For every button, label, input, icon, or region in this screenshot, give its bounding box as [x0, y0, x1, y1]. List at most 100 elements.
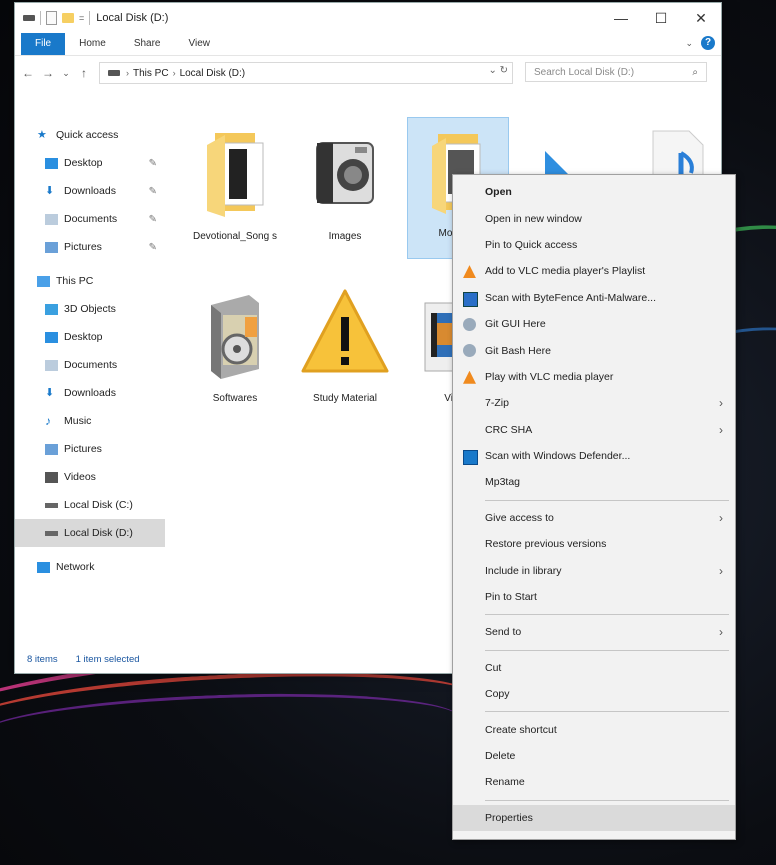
sidebar-item-network[interactable]: Network [15, 553, 165, 581]
submenu-arrow-icon: › [719, 625, 723, 640]
menu-separator [485, 711, 729, 713]
menu-item-crc-sha[interactable]: CRC SHA › [453, 417, 735, 443]
submenu-arrow-icon: › [719, 563, 723, 578]
menu-item-include-in-library[interactable]: Include in library › [453, 557, 735, 583]
menu-item-restore-previous-versions[interactable]: Restore previous versions [453, 531, 735, 557]
back-arrow-icon[interactable]: ← [21, 66, 35, 80]
sidebar-item-this-pc[interactable]: This PC [15, 267, 165, 295]
recent-locations-icon[interactable]: ⌄ [61, 68, 71, 79]
address-bar-row: ← → ⌄ ↑ › This PC › Local Disk (D:) ⌄ ↻ … [15, 56, 721, 90]
ribbon-tabs: File Home Share View ⌄ ? [15, 33, 721, 56]
properties-icon[interactable] [46, 11, 57, 25]
navigation-pane: ★ Quick access Desktop ✎ ⬇ Downloads ✎ Document… [15, 121, 165, 641]
tab-view[interactable]: View [175, 33, 225, 55]
menu-item-git-bash-here[interactable]: Git Bash Here [453, 337, 735, 363]
sidebar-item-music[interactable]: ♪ Music [15, 407, 165, 435]
menu-item-open[interactable]: Open [453, 179, 735, 205]
documents-icon [45, 213, 58, 225]
submenu-arrow-icon: › [719, 510, 723, 525]
software-box-icon [211, 295, 259, 379]
close-button[interactable]: ✕ [681, 3, 721, 33]
menu-item-label: Rename [485, 776, 525, 789]
pin-icon[interactable]: ✎ [149, 242, 157, 253]
menu-item-label: Create shortcut [485, 723, 557, 736]
title-bar[interactable]: = Local Disk (D:) — ☐ ✕ [15, 3, 721, 33]
search-input[interactable]: Search Local Disk (D:) ⌕ [525, 62, 707, 82]
star-icon: ★ [37, 128, 47, 141]
sidebar-item-desktop[interactable]: Desktop ✎ [15, 149, 165, 177]
sidebar-item-3d-objects[interactable]: 3D Objects [15, 295, 165, 323]
sidebar-item-label: Quick access [56, 129, 119, 141]
tab-file[interactable]: File [21, 33, 66, 55]
menu-item-label: Open [485, 186, 512, 199]
warning-icon [301, 289, 389, 373]
menu-item-properties[interactable]: Properties [453, 804, 735, 831]
up-arrow-icon[interactable]: ↑ [77, 66, 91, 80]
new-folder-icon[interactable] [62, 13, 74, 23]
git-icon [463, 317, 476, 331]
menu-item-git-gui-here[interactable]: Git GUI Here [453, 311, 735, 337]
sidebar-item-downloads[interactable]: ⬇ Downloads ✎ [15, 177, 165, 205]
selection-count: 1 item selected [75, 654, 140, 665]
context-menu: Open Open in new window Pin to Quick acces… [452, 174, 736, 840]
menu-item-7-zip[interactable]: 7-Zip › [453, 390, 735, 416]
menu-item-copy[interactable]: Copy [453, 681, 735, 707]
sidebar-item-videos[interactable]: Videos [15, 463, 165, 491]
pin-icon[interactable]: ✎ [149, 214, 157, 225]
sidebar-item-local-disk-d[interactable]: Local Disk (D:) [15, 519, 165, 547]
sidebar-item-local-disk-c[interactable]: Local Disk (C:) [15, 491, 165, 519]
search-icon[interactable]: ⌕ [692, 63, 698, 83]
folder-item[interactable]: Softwares [185, 283, 285, 433]
desktop-icon [45, 157, 58, 169]
folder-item[interactable]: Devotional_Song s [185, 121, 285, 271]
sidebar-item-documents[interactable]: Documents ✎ [15, 205, 165, 233]
bytefence-icon [463, 291, 478, 307]
submenu-arrow-icon: › [719, 396, 723, 411]
minimize-button[interactable]: — [601, 3, 641, 33]
breadcrumb-local-disk-d[interactable]: Local Disk (D:) [176, 68, 250, 79]
menu-item-create-shortcut[interactable]: Create shortcut [453, 716, 735, 742]
forward-arrow-icon[interactable]: → [41, 66, 55, 80]
maximize-button[interactable]: ☐ [641, 3, 681, 33]
tab-home[interactable]: Home [65, 33, 120, 55]
sidebar-item-desktop[interactable]: Desktop [15, 323, 165, 351]
breadcrumb[interactable]: › This PC › Local Disk (D:) ⌄ ↻ [99, 62, 513, 84]
address-dropdown-refresh[interactable]: ⌄ ↻ [488, 65, 508, 76]
menu-item-add-to-vlc-media-player-s-playlist[interactable]: Add to VLC media player's Playlist [453, 258, 735, 284]
pin-icon[interactable]: ✎ [149, 186, 157, 197]
menu-item-label: Pin to Start [485, 591, 537, 604]
folder-item[interactable]: Images [295, 121, 395, 271]
breadcrumb-this-pc[interactable]: This PC [129, 68, 173, 79]
menu-item-scan-with-bytefence-anti-malware[interactable]: Scan with ByteFence Anti-Malware... [453, 285, 735, 311]
menu-item-delete[interactable]: Delete [453, 743, 735, 769]
file-item[interactable]: Study Material [295, 283, 395, 433]
video-icon [45, 471, 58, 483]
menu-item-open-in-new-window[interactable]: Open in new window [453, 205, 735, 231]
defender-icon [463, 449, 478, 465]
sidebar-item-label: Downloads [64, 185, 116, 197]
expand-ribbon-icon[interactable]: ⌄ [685, 38, 693, 49]
sidebar-item-documents[interactable]: Documents [15, 351, 165, 379]
menu-item-send-to[interactable]: Send to › [453, 619, 735, 645]
menu-item-pin-to-start[interactable]: Pin to Start [453, 584, 735, 610]
submenu-arrow-icon: › [719, 422, 723, 437]
menu-item-label: CRC SHA [485, 423, 533, 436]
tab-share[interactable]: Share [120, 33, 175, 55]
menu-item-mp3tag[interactable]: Mp3tag [453, 469, 735, 495]
sidebar-item-pictures[interactable]: Pictures [15, 435, 165, 463]
menu-item-cut[interactable]: Cut [453, 655, 735, 681]
sidebar-item-downloads[interactable]: ⬇ Downloads [15, 379, 165, 407]
sidebar-item-pictures[interactable]: Pictures ✎ [15, 233, 165, 261]
customize-toolbar-icon[interactable]: = [79, 13, 84, 23]
menu-item-scan-with-windows-defender[interactable]: Scan with Windows Defender... [453, 443, 735, 469]
vlc-icon [463, 265, 476, 279]
sidebar-item-quick-access[interactable]: ★ Quick access [15, 121, 165, 149]
help-icon[interactable]: ? [701, 36, 715, 50]
folder-icon [207, 133, 264, 217]
menu-item-rename[interactable]: Rename [453, 769, 735, 795]
menu-item-give-access-to[interactable]: Give access to › [453, 505, 735, 531]
menu-item-pin-to-quick-access[interactable]: Pin to Quick access [453, 232, 735, 258]
menu-item-play-with-vlc-media-player[interactable]: Play with VLC media player [453, 364, 735, 390]
drive-icon[interactable] [23, 15, 35, 21]
pin-icon[interactable]: ✎ [149, 158, 157, 169]
